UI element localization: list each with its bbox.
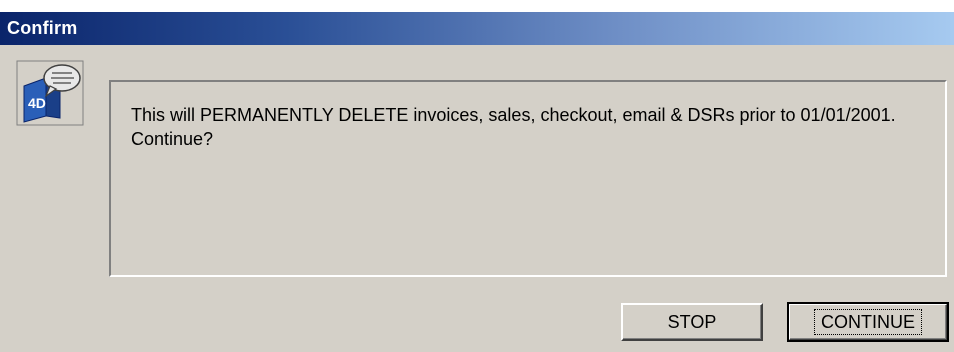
continue-button-label: CONTINUE xyxy=(814,309,922,335)
title-bar[interactable]: Confirm xyxy=(0,12,954,45)
confirm-dialog: Confirm 4D This will PERMANENTLY DELETE … xyxy=(0,0,954,352)
svg-text:4D: 4D xyxy=(28,95,46,111)
continue-button[interactable]: CONTINUE xyxy=(787,302,949,342)
4d-app-icon: 4D xyxy=(16,60,84,126)
window-title: Confirm xyxy=(7,18,78,38)
stop-button[interactable]: STOP xyxy=(621,303,763,341)
stop-button-label: STOP xyxy=(667,311,717,332)
message-panel: This will PERMANENTLY DELETE invoices, s… xyxy=(109,80,947,277)
message-text: This will PERMANENTLY DELETE invoices, s… xyxy=(131,105,896,149)
top-margin xyxy=(0,0,954,12)
